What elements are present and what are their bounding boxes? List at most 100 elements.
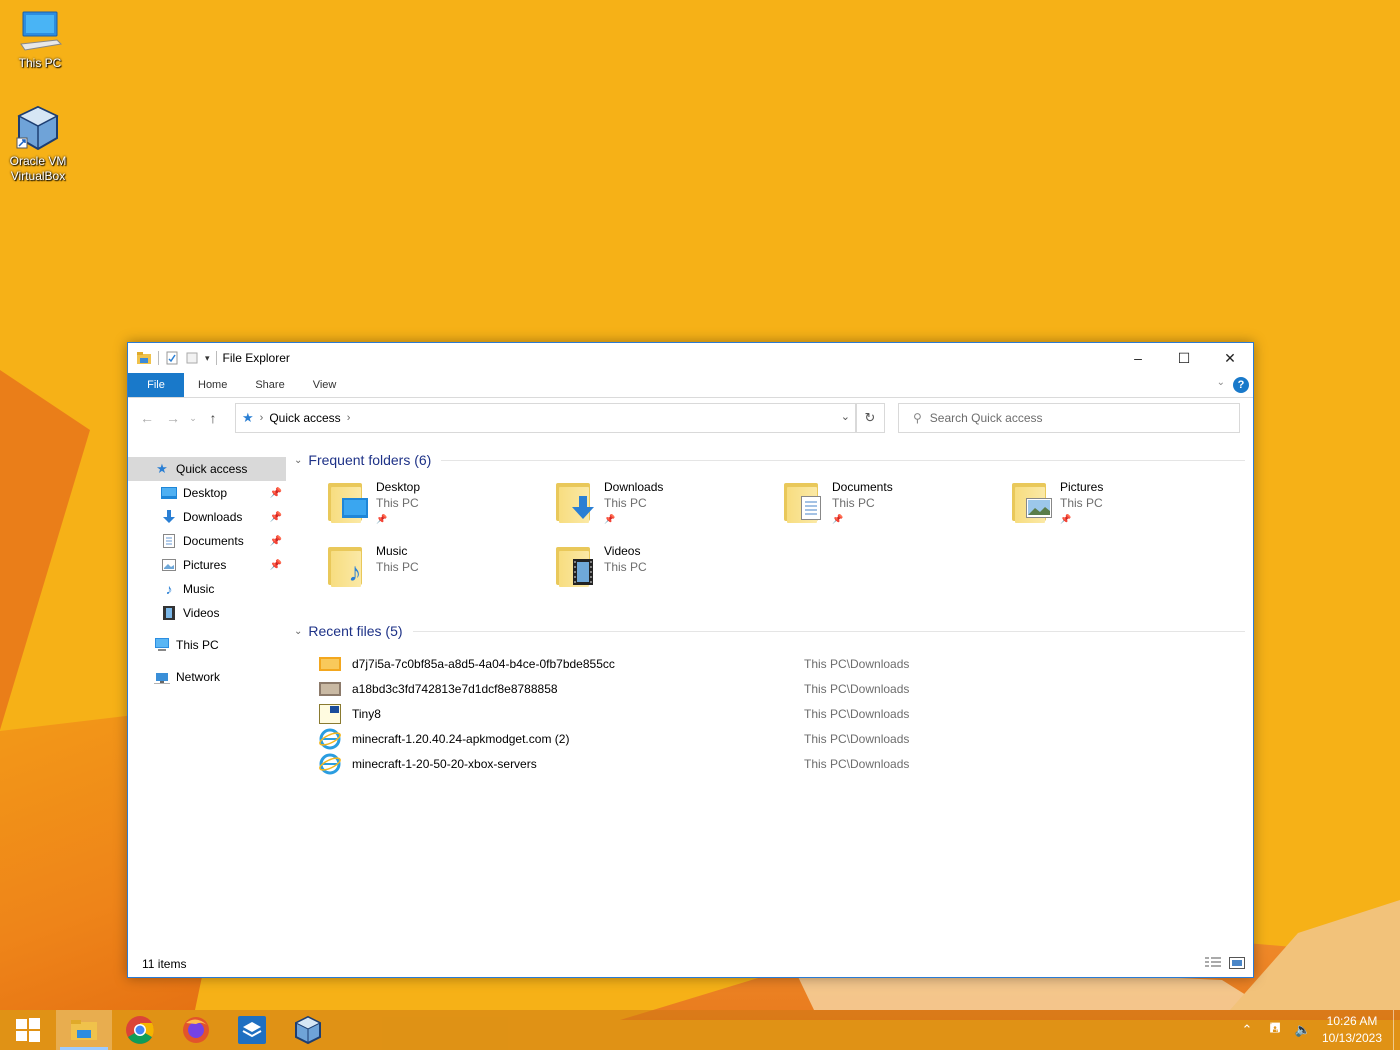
address-bar[interactable]: ★ › Quick access › ⌄ <box>235 403 857 433</box>
properties-icon[interactable] <box>165 351 179 365</box>
folder-tile-documents[interactable]: Documents This PC 📌 <box>784 479 1012 539</box>
tab-share[interactable]: Share <box>241 373 298 397</box>
system-tray: ⌃ 🖪 🔈 10:26 AM 10/13/2023 <box>1233 1010 1400 1050</box>
tab-file[interactable]: File <box>128 373 184 397</box>
show-desktop-button[interactable] <box>1393 1010 1400 1050</box>
collapse-chevron-icon[interactable]: ⌄ <box>294 455 302 466</box>
nav-item-this-pc[interactable]: This PC <box>128 633 286 657</box>
taskbar-chrome[interactable] <box>112 1010 168 1050</box>
recent-file-row[interactable]: d7j7i5a-7c0bf85a-a8d5-4a04-b4ce-0fb7bde8… <box>318 651 1253 676</box>
quick-access-star-icon: ★ <box>242 410 254 425</box>
window-title: File Explorer <box>222 351 290 365</box>
nav-item-music[interactable]: ♪ Music <box>128 577 286 601</box>
group-header-recent-files[interactable]: ⌄ Recent files (5) <box>294 620 1245 642</box>
file-name: a18bd3c3fd742813e7d1dcf8e8788858 <box>352 681 558 696</box>
clock[interactable]: 10:26 AM 10/13/2023 <box>1317 1013 1387 1047</box>
minimize-button[interactable]: – <box>1115 343 1161 373</box>
help-icon[interactable]: ? <box>1233 377 1249 393</box>
recent-file-row[interactable]: minecraft-1.20.40.24-apkmodget.com (2) T… <box>318 726 1253 751</box>
nav-item-label: Quick access <box>176 462 248 476</box>
up-button[interactable]: ↑ <box>200 410 226 426</box>
folder-icon <box>328 479 370 525</box>
file-location: This PC\Downloads <box>804 756 910 771</box>
taskbar-sandbox[interactable] <box>224 1010 280 1050</box>
nav-item-label: Videos <box>183 606 220 620</box>
nav-item-label: Desktop <box>183 486 228 500</box>
title-bar[interactable]: ▾ File Explorer – ☐ ✕ <box>128 343 1253 373</box>
folder-tile-downloads[interactable]: Downloads This PC 📌 <box>556 479 784 539</box>
nav-item-desktop[interactable]: Desktop 📌 <box>128 481 286 505</box>
nav-item-pictures[interactable]: Pictures 📌 <box>128 553 286 577</box>
details-view-icon[interactable] <box>1205 957 1221 969</box>
folder-tile-pictures[interactable]: Pictures This PC 📌 <box>1012 479 1240 539</box>
pin-icon: 📌 <box>604 514 616 524</box>
group-header-frequent-folders[interactable]: ⌄ Frequent folders (6) <box>294 449 1245 471</box>
caption-buttons: – ☐ ✕ <box>1115 343 1253 373</box>
desktop-icon-virtualbox[interactable]: Oracle VM VirtualBox <box>0 104 78 184</box>
recent-locations-button[interactable]: ⌄ <box>186 413 200 424</box>
taskbar-virtualbox[interactable] <box>280 1010 336 1050</box>
address-dropdown-icon[interactable]: ⌄ <box>841 410 850 423</box>
nav-item-label: Network <box>176 670 221 684</box>
breadcrumb-separator-icon[interactable]: › <box>347 412 351 424</box>
customize-qat-icon[interactable]: ▾ <box>205 353 210 364</box>
new-folder-icon[interactable] <box>185 351 199 365</box>
wallpaper-shape <box>0 370 90 730</box>
recent-file-row[interactable]: minecraft-1-20-50-20-xbox-servers This P… <box>318 751 1253 776</box>
taskbar-file-explorer[interactable] <box>56 1010 112 1050</box>
recent-file-row[interactable]: a18bd3c3fd742813e7d1dcf8e8788858 This PC… <box>318 676 1253 701</box>
start-button[interactable] <box>0 1010 56 1050</box>
address-row: ← → ⌄ ↑ ★ › Quick access › ⌄ ↻ ⚲ Search … <box>128 398 1253 438</box>
virtualbox-icon <box>294 1015 322 1045</box>
expand-ribbon-icon[interactable]: ⌄ <box>1217 377 1225 388</box>
file-name: d7j7i5a-7c0bf85a-a8d5-4a04-b4ce-0fb7bde8… <box>352 656 615 671</box>
refresh-button[interactable]: ↻ <box>855 403 885 433</box>
pin-icon: 📌 <box>376 514 388 524</box>
folder-icon <box>556 543 598 589</box>
folder-location: This PC <box>832 496 875 510</box>
pin-icon[interactable]: 📌 <box>270 488 282 499</box>
recent-file-row[interactable]: Tiny8 This PC\Downloads <box>318 701 1253 726</box>
file-location: This PC\Downloads <box>804 731 910 746</box>
folder-tile-music[interactable]: ♪ Music This PC <box>328 543 556 603</box>
maximize-button[interactable]: ☐ <box>1161 343 1207 373</box>
videos-icon <box>161 606 177 620</box>
file-location: This PC\Downloads <box>804 656 910 671</box>
forward-button[interactable]: → <box>160 410 186 426</box>
content-pane: ⌄ Frequent folders (6) Desktop This PC 📌 <box>288 451 1253 951</box>
nav-item-quick-access[interactable]: ★ Quick access <box>128 457 286 481</box>
tab-home[interactable]: Home <box>184 373 241 397</box>
desktop-icon <box>161 486 177 500</box>
volume-muted-icon[interactable]: 🔈 <box>1289 1022 1317 1038</box>
folder-tile-desktop[interactable]: Desktop This PC 📌 <box>328 479 556 539</box>
documents-icon <box>161 534 177 548</box>
back-button[interactable]: ← <box>134 410 160 426</box>
this-pc-icon <box>154 638 170 652</box>
nav-item-documents[interactable]: Documents 📌 <box>128 529 286 553</box>
folder-location: This PC <box>1060 496 1103 510</box>
large-icons-view-icon[interactable] <box>1229 957 1245 969</box>
desktop-icon-this-pc[interactable]: This PC <box>0 10 80 71</box>
folder-name: Desktop <box>376 480 421 494</box>
nav-item-network[interactable]: Network <box>128 665 286 689</box>
tab-view[interactable]: View <box>299 373 351 397</box>
search-input[interactable]: ⚲ Search Quick access <box>898 403 1240 433</box>
music-note-icon: ♪ <box>165 581 173 597</box>
network-status-icon[interactable]: 🖪 <box>1261 1019 1289 1041</box>
chrome-icon <box>126 1016 154 1044</box>
close-button[interactable]: ✕ <box>1207 343 1253 373</box>
nav-item-videos[interactable]: Videos <box>128 601 286 625</box>
collapse-chevron-icon[interactable]: ⌄ <box>294 626 302 637</box>
firefox-icon <box>183 1017 209 1043</box>
pin-icon[interactable]: 📌 <box>270 512 282 523</box>
group-header-label: Recent files (5) <box>308 623 403 639</box>
pin-icon[interactable]: 📌 <box>270 536 282 547</box>
taskbar-firefox[interactable] <box>168 1010 224 1050</box>
breadcrumb-separator-icon[interactable]: › <box>260 412 264 424</box>
breadcrumb-quick-access[interactable]: Quick access <box>269 411 340 425</box>
ie-html-icon <box>318 753 342 774</box>
show-hidden-icons-icon[interactable]: ⌃ <box>1233 1022 1261 1038</box>
folder-tile-videos[interactable]: Videos This PC <box>556 543 784 603</box>
pin-icon[interactable]: 📌 <box>270 560 282 571</box>
nav-item-downloads[interactable]: Downloads 📌 <box>128 505 286 529</box>
